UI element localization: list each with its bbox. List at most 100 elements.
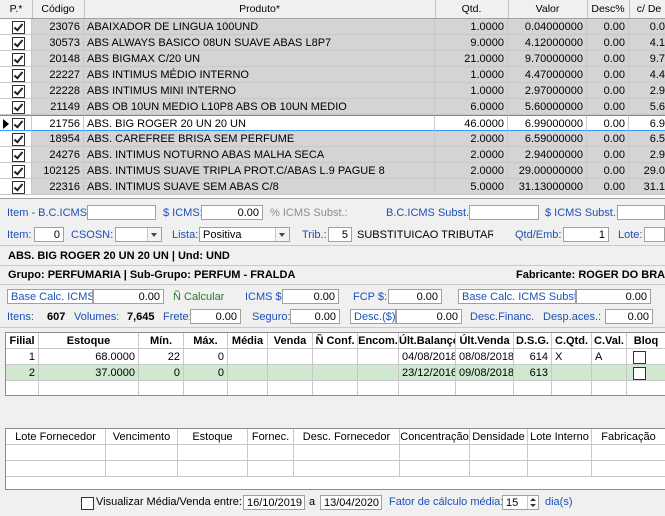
- chevron-down-icon[interactable]: [275, 228, 289, 241]
- item-field[interactable]: 0: [34, 227, 64, 242]
- row-select-cell[interactable]: [0, 67, 32, 83]
- row-select-cell[interactable]: [0, 51, 32, 67]
- bloq-checkbox[interactable]: [633, 367, 646, 380]
- branch-col-header[interactable]: Estoque: [39, 333, 139, 349]
- cell-ult_venda: 08/08/2018: [456, 349, 514, 365]
- seguro-field[interactable]: 0.00: [290, 309, 340, 324]
- itens-label: Itens:: [7, 311, 34, 323]
- row-checkbox[interactable]: [12, 37, 25, 50]
- row-select-cell[interactable]: [0, 131, 32, 147]
- product-row[interactable]: 21756 ABS. BIG ROGER 20 UN 20 UN 46.0000 6.…: [0, 115, 665, 131]
- branch-col-header[interactable]: C.Qtd.: [552, 333, 592, 349]
- bc-icms-subst-field[interactable]: [469, 205, 539, 220]
- branch-col-header[interactable]: Mín.: [139, 333, 184, 349]
- branch-col-header[interactable]: Últ.Venda: [456, 333, 514, 349]
- row-select-cell[interactable]: [0, 163, 32, 179]
- col-header-p[interactable]: P.*: [0, 0, 33, 18]
- lots-col-header[interactable]: Fabricação: [592, 429, 665, 445]
- icms-total-field[interactable]: 0.00: [282, 289, 339, 304]
- product-row[interactable]: 30573 ABS ALWAYS BASICO 08UN SUAVE ABAS L…: [0, 35, 665, 51]
- row-select-cell[interactable]: [0, 35, 32, 51]
- spinner-arrows-icon[interactable]: [527, 496, 538, 509]
- product-row[interactable]: 22227 ABS INTIMUS MÉDIO INTERNO 1.0000 4.47…: [0, 67, 665, 83]
- branch-col-header[interactable]: D.S.G.: [514, 333, 552, 349]
- product-row[interactable]: 18954 ABS. CAREFREE BRISA SEM PERFUME 2.00…: [0, 131, 665, 147]
- row-checkbox[interactable]: [12, 181, 25, 194]
- fcp-field[interactable]: 0.00: [388, 289, 442, 304]
- base-calc-subst-field[interactable]: 0.00: [576, 289, 651, 304]
- product-row[interactable]: 21149 ABS OB 10UN MEDIO L10P8 ABS OB 10UN…: [0, 99, 665, 115]
- row-select-cell[interactable]: [0, 19, 32, 35]
- lista-combo[interactable]: Positiva: [199, 227, 290, 242]
- desp-aces-field[interactable]: 0.00: [605, 309, 653, 324]
- row-checkbox[interactable]: [12, 69, 25, 82]
- lote-field[interactable]: [644, 227, 665, 242]
- row-checkbox[interactable]: [12, 149, 25, 162]
- product-row[interactable]: 20148 ABS BIGMAX C/20 UN 21.0000 9.70000000…: [0, 51, 665, 67]
- trib-field[interactable]: 5: [328, 227, 352, 242]
- col-header-produto[interactable]: Produto*: [84, 0, 436, 18]
- branch-col-header[interactable]: Máx.: [184, 333, 228, 349]
- branch-col-header[interactable]: Encom.: [358, 333, 399, 349]
- product-row[interactable]: 23076 ABAIXADOR DE LINGUA 100UND 1.0000 0.0…: [0, 19, 665, 35]
- icms-subst-field[interactable]: [617, 205, 665, 220]
- visualizar-checkbox[interactable]: [81, 497, 94, 510]
- row-select-cell[interactable]: [0, 147, 32, 163]
- col-header-codigo[interactable]: Código: [32, 0, 85, 18]
- branch-col-header[interactable]: Ñ Conf.: [313, 333, 358, 349]
- product-row[interactable]: 102125 ABS. INTIMUS SUAVE TRIPLA PROT.C/A…: [0, 163, 665, 179]
- branch-col-header[interactable]: Média: [228, 333, 268, 349]
- icms-value-field[interactable]: 0.00: [201, 205, 263, 220]
- lots-col-header[interactable]: Desc. Fornecedor: [294, 429, 400, 445]
- lots-col-header[interactable]: Vencimento: [106, 429, 178, 445]
- row-select-cell[interactable]: [0, 179, 32, 195]
- row-select-cell[interactable]: [0, 115, 32, 131]
- nao-calcular-link[interactable]: Ñ Calcular: [173, 291, 224, 303]
- row-checkbox[interactable]: [12, 101, 25, 114]
- lots-col-header[interactable]: Fornec.: [248, 429, 294, 445]
- row-checkbox[interactable]: [12, 118, 25, 130]
- qtd-emb-field[interactable]: 1: [563, 227, 609, 242]
- branch-col-header[interactable]: C.Val.: [592, 333, 627, 349]
- branch-col-header[interactable]: Últ.Balanço: [399, 333, 456, 349]
- branch-stock-grid[interactable]: Filial Estoque Mín. Máx. Média Venda Ñ Conf. En…: [5, 332, 665, 396]
- csosn-combo[interactable]: [115, 227, 162, 242]
- date-from-field[interactable]: 16/10/2019: [243, 495, 305, 510]
- branch-col-header[interactable]: Bloq: [627, 333, 665, 349]
- row-checkbox[interactable]: [12, 53, 25, 66]
- col-header-valor[interactable]: Valor: [508, 0, 588, 18]
- bc-icms-field[interactable]: [87, 205, 156, 220]
- lots-col-header[interactable]: Estoque: [178, 429, 248, 445]
- lots-col-header[interactable]: Lote Fornecedor: [6, 429, 106, 445]
- lots-col-header[interactable]: Densidade: [470, 429, 528, 445]
- product-row[interactable]: 22228 ABS INTIMUS MINI INTERNO 1.0000 2.970…: [0, 83, 665, 99]
- row-checkbox[interactable]: [12, 165, 25, 178]
- lots-col-header[interactable]: Concentração: [400, 429, 470, 445]
- date-to-field[interactable]: 13/04/2020: [320, 495, 382, 510]
- base-calc-icms-field[interactable]: 0.00: [93, 289, 164, 304]
- fator-spinner[interactable]: 15: [502, 495, 539, 510]
- lots-grid[interactable]: Lote Fornecedor Vencimento Estoque Fornec. D…: [5, 428, 665, 490]
- desc-field[interactable]: 0.00: [396, 309, 462, 324]
- col-header-qtd[interactable]: Qtd.: [435, 0, 509, 18]
- chevron-down-icon[interactable]: [147, 228, 161, 241]
- products-grid[interactable]: P.* Código Produto* Qtd. Valor Desc% c/ …: [0, 0, 665, 199]
- frete-field[interactable]: 0.00: [190, 309, 241, 324]
- cell-desc: 0.00: [587, 19, 629, 35]
- branch-col-header[interactable]: Filial: [6, 333, 39, 349]
- product-row[interactable]: 22316 ABS. INTIMUS SUAVE SEM ABAS C/8 5.00…: [0, 179, 665, 195]
- row-checkbox[interactable]: [12, 85, 25, 98]
- lots-col-header[interactable]: Lote Interno: [528, 429, 592, 445]
- col-header-cde[interactable]: c/ De: [629, 0, 665, 18]
- bloq-checkbox[interactable]: [633, 351, 646, 364]
- branch-stock-header: Filial Estoque Mín. Máx. Média Venda Ñ Conf. En…: [6, 333, 665, 349]
- branch-row[interactable]: 1 68.0000 22 0 04/08/2018 08/08/2018 614 X A: [6, 349, 665, 365]
- product-row[interactable]: 24276 ABS. INTIMUS NOTURNO ABAS MALHA SEC…: [0, 147, 665, 163]
- row-checkbox[interactable]: [12, 21, 25, 34]
- row-select-cell[interactable]: [0, 83, 32, 99]
- branch-row[interactable]: 2 37.0000 0 0 23/12/2016 09/08/2018 613: [6, 365, 665, 381]
- col-header-desc[interactable]: Desc%: [587, 0, 630, 18]
- row-checkbox[interactable]: [12, 133, 25, 146]
- row-select-cell[interactable]: [0, 99, 32, 115]
- branch-col-header[interactable]: Venda: [268, 333, 313, 349]
